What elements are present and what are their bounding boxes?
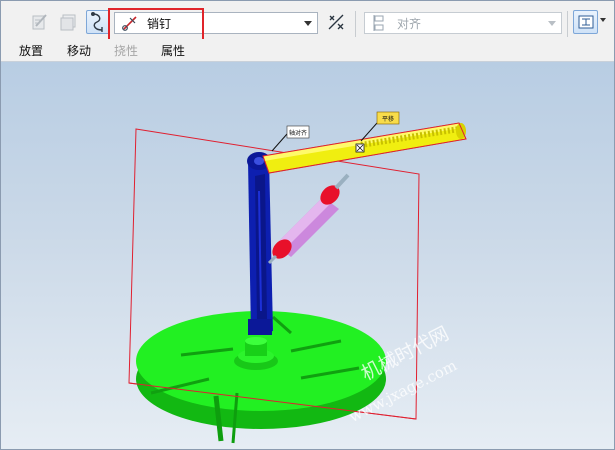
alignment-dropdown[interactable]: 对齐 [364, 12, 562, 34]
status-dropdown-icon[interactable] [600, 18, 606, 22]
chevron-down-icon[interactable] [304, 21, 312, 26]
toolbar-separator [355, 11, 356, 37]
mechanism-set-button[interactable] [56, 10, 80, 34]
constraint-status-icon [578, 15, 593, 29]
support-column [247, 152, 273, 335]
tab-properties[interactable]: 属性 [161, 42, 185, 59]
mechanism-set-icon [60, 14, 76, 31]
placement-status-button[interactable] [573, 10, 598, 34]
connection-toggle-button[interactable] [86, 10, 110, 34]
callout-axis-align-label: 轴对齐 [289, 129, 307, 137]
graphics-viewport[interactable]: 轴对齐 平移 机械时代网 www.jxage.com [1, 62, 614, 449]
highlight-annotation [108, 8, 204, 41]
tab-move[interactable]: 移动 [67, 42, 91, 59]
dashboard-tabs: 放置 移动 挠性 属性 [1, 39, 614, 62]
tab-placement[interactable]: 放置 [19, 42, 43, 59]
connection-icon [91, 12, 103, 32]
callout-translate-label: 平移 [382, 115, 394, 123]
alignment-value: 对齐 [397, 16, 422, 31]
assembly-model: 轴对齐 平移 [128, 111, 467, 444]
align-icon [373, 15, 384, 31]
placement-toolbar: 销钉 对齐 [1, 1, 614, 41]
chevron-down-icon[interactable] [548, 21, 556, 26]
user-defined-set-icon [32, 14, 47, 30]
user-defined-set-button[interactable] [28, 10, 52, 34]
callout-axis-align: 轴对齐 [271, 125, 310, 152]
flip-constraint-button[interactable] [324, 10, 348, 34]
toolbar-separator [567, 11, 568, 37]
component-placement-window: 销钉 对齐 放置 移动 挠性 属性 轴对齐 平移 机械时代网 www.jxage… [0, 0, 615, 450]
hydraulic-cylinder [267, 173, 350, 265]
tab-flexibility: 挠性 [114, 44, 139, 58]
flip-icon [328, 14, 344, 30]
